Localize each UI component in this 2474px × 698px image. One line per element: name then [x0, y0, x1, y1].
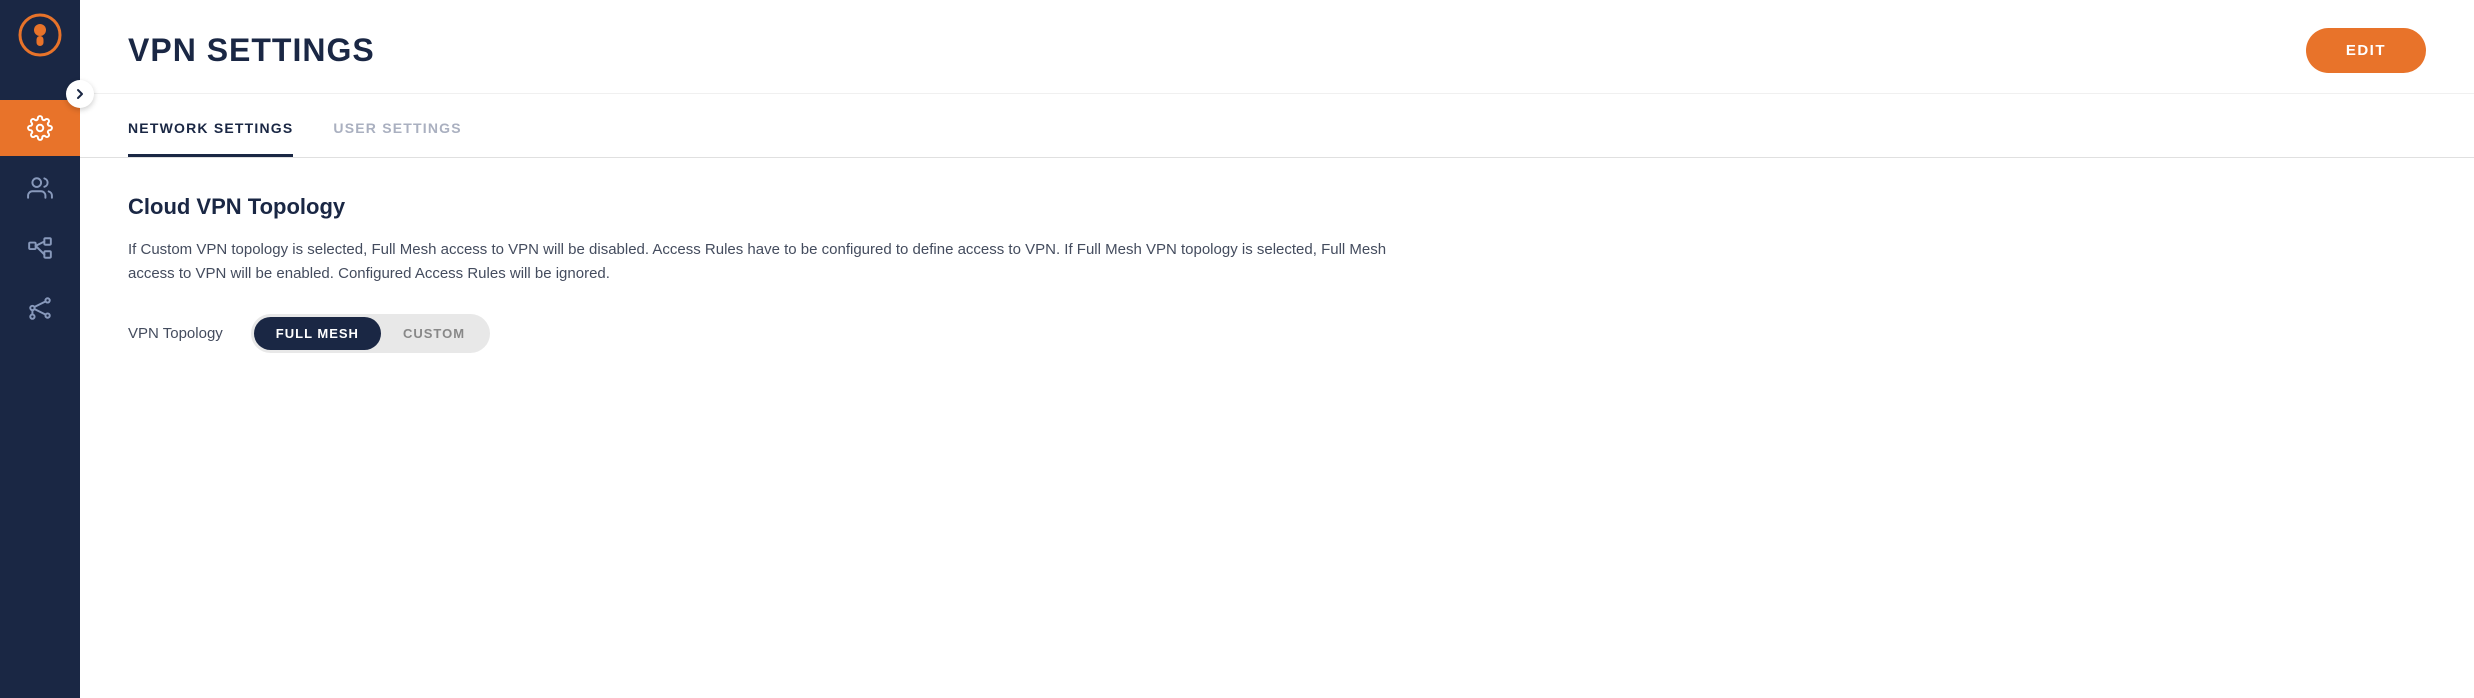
sidebar-toggle-button[interactable] [66, 80, 94, 108]
topology-custom-option[interactable]: CUSTOM [381, 317, 487, 350]
sidebar-item-users[interactable] [0, 160, 80, 216]
topology-field-label: VPN Topology [128, 325, 223, 342]
app-logo-icon [18, 13, 62, 57]
section-title: Cloud VPN Topology [128, 194, 2426, 220]
tab-network-settings[interactable]: NETWORK SETTINGS [128, 102, 293, 157]
topology-toggle-group: FULL MESH CUSTOM [251, 314, 490, 353]
section-description: If Custom VPN topology is selected, Full… [128, 238, 1428, 286]
sidebar-item-network[interactable] [0, 220, 80, 276]
users-icon [27, 175, 53, 201]
tabs-container: NETWORK SETTINGS USER SETTINGS [80, 102, 2474, 158]
page-header: VPN SETTINGS EDIT [80, 0, 2474, 94]
sidebar [0, 0, 80, 698]
settings-icon [27, 115, 53, 141]
main-content: VPN SETTINGS EDIT NETWORK SETTINGS USER … [80, 0, 2474, 698]
network-icon [27, 235, 53, 261]
edit-button[interactable]: EDIT [2306, 28, 2426, 73]
topology-full-mesh-option[interactable]: FULL MESH [254, 317, 381, 350]
topology-field-row: VPN Topology FULL MESH CUSTOM [128, 314, 2426, 353]
page-title: VPN SETTINGS [128, 32, 375, 69]
sidebar-logo [0, 0, 80, 70]
content-area: Cloud VPN Topology If Custom VPN topolog… [80, 158, 2474, 389]
sidebar-nav [0, 100, 80, 336]
sidebar-item-connections[interactable] [0, 280, 80, 336]
sidebar-item-settings[interactable] [0, 100, 80, 156]
connections-icon [27, 295, 53, 321]
tab-user-settings[interactable]: USER SETTINGS [333, 102, 461, 157]
